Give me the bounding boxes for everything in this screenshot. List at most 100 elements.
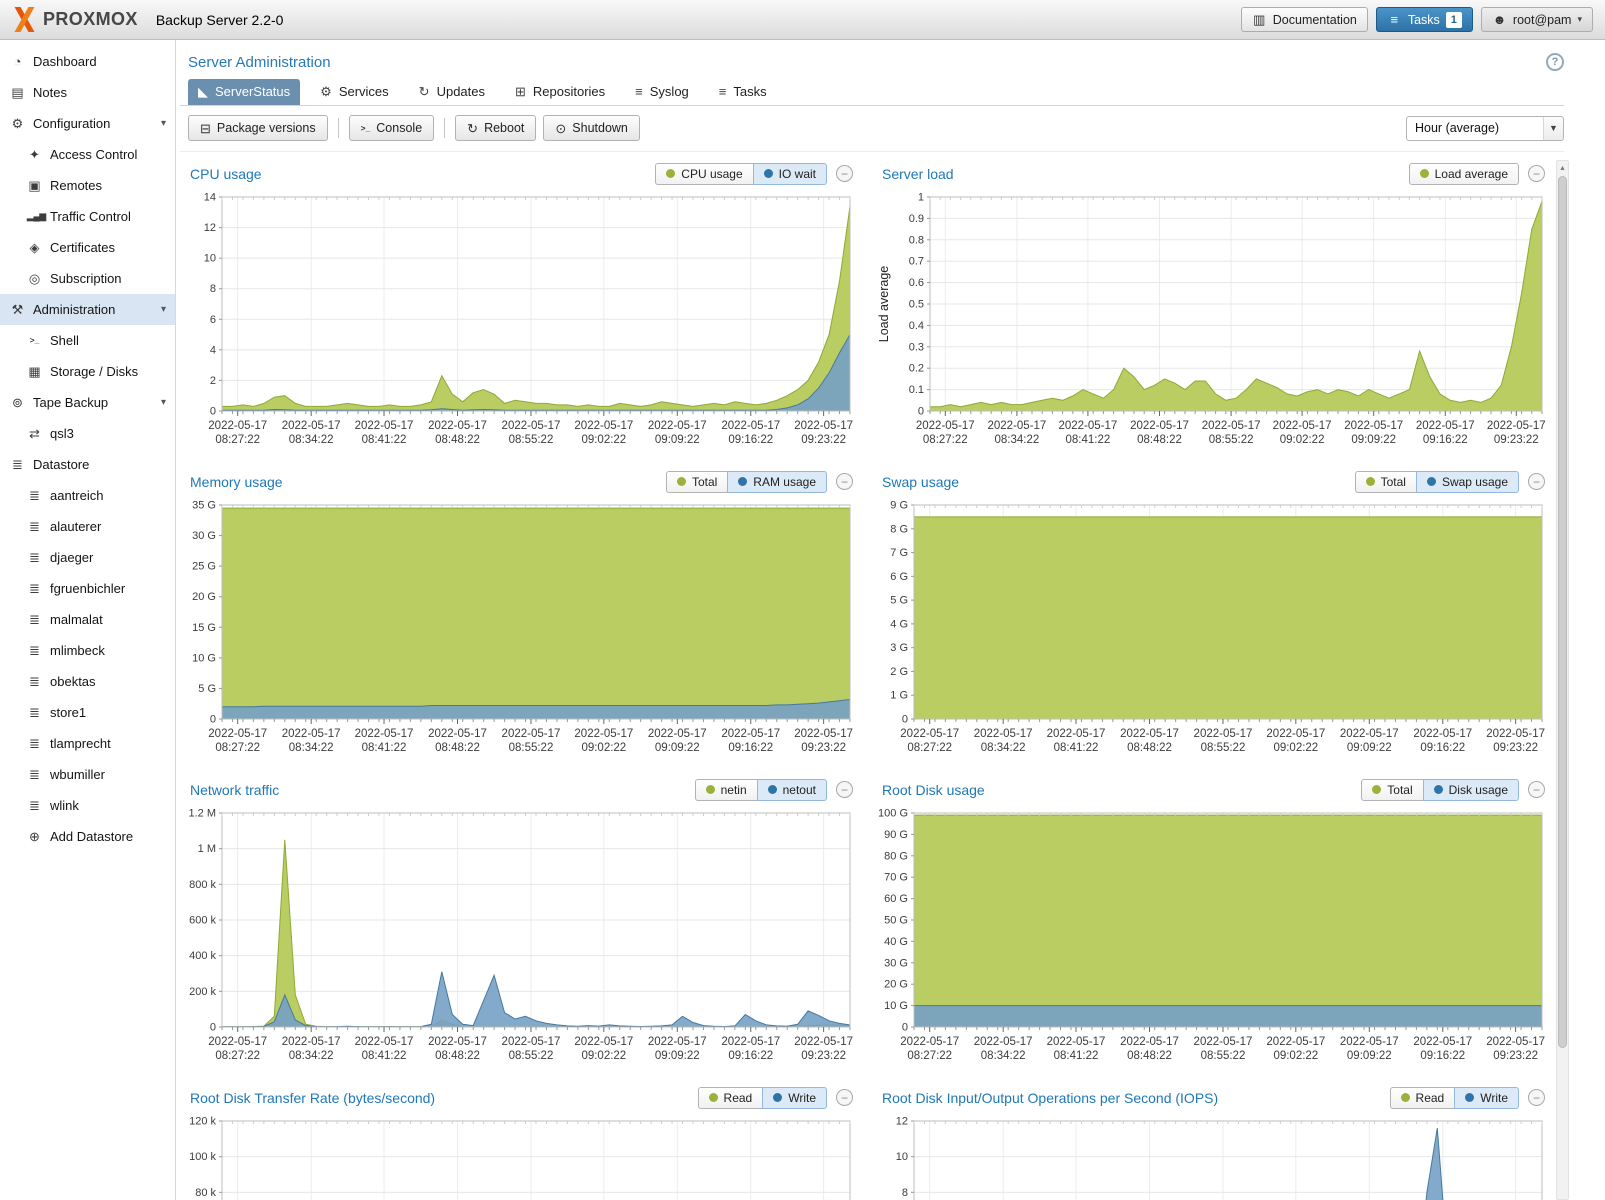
sidebar-item-remotes[interactable]: ▣Remotes: [0, 170, 175, 201]
sidebar-item-dashboard[interactable]: ◔Dashboard: [0, 46, 175, 77]
svg-text:08:55:22: 08:55:22: [1209, 434, 1254, 446]
legend-toggle-io-wait[interactable]: IO wait: [753, 163, 827, 185]
svg-text:08:34:22: 08:34:22: [289, 434, 334, 446]
console-button[interactable]: >_Console: [349, 115, 435, 141]
help-button[interactable]: ?: [1546, 53, 1564, 71]
sidebar-item-label: Notes: [33, 85, 67, 100]
sidebar-item-certificates[interactable]: ◈Certificates: [0, 232, 175, 263]
sidebar-item-datastore[interactable]: ≣Datastore: [0, 449, 175, 480]
sidebar-item-access-control[interactable]: ✦ Access Control: [0, 139, 175, 170]
sidebar-item-store1[interactable]: ≣store1: [0, 697, 175, 728]
sidebar-item-traffic-control[interactable]: ▂▄▆Traffic Control: [0, 201, 175, 232]
legend-toggle-total[interactable]: Total: [1361, 779, 1423, 801]
collapse-chart-button[interactable]: −: [1528, 165, 1545, 182]
toolbar: ⊟Package versions >_Console ↻Reboot ⊙Shutdo…: [180, 115, 1564, 152]
svg-text:08:41:22: 08:41:22: [1066, 434, 1111, 446]
sidebar-item-tape-backup[interactable]: ⊚Tape Backup▾: [0, 387, 175, 418]
collapse-chart-button[interactable]: −: [1528, 781, 1545, 798]
sidebar-item-label: alauterer: [50, 519, 101, 534]
svg-text:2022-05-17: 2022-05-17: [974, 728, 1033, 740]
scroll-thumb[interactable]: [1558, 176, 1567, 1048]
tab-tasks[interactable]: ≡Tasks: [709, 79, 777, 105]
documentation-button[interactable]: ▥ Documentation: [1241, 7, 1368, 32]
tab-serverstatus[interactable]: ◣ServerStatus: [188, 79, 300, 105]
legend-dot-icon: [1427, 477, 1436, 486]
legend-toggle-ram-usage[interactable]: RAM usage: [727, 471, 827, 493]
tab-repositories[interactable]: ⊞Repositories: [505, 79, 615, 105]
sidebar-item-mlimbeck[interactable]: ≣mlimbeck: [0, 635, 175, 666]
tab-services[interactable]: ⚙Services: [310, 79, 399, 105]
sidebar-item-add-datastore[interactable]: ⊕Add Datastore: [0, 821, 175, 852]
sidebar-item-qsl3[interactable]: ⇄qsl3: [0, 418, 175, 449]
svg-text:09:09:22: 09:09:22: [1351, 434, 1396, 446]
svg-text:2022-05-17: 2022-05-17: [1416, 420, 1475, 432]
collapse-chart-button[interactable]: −: [836, 165, 853, 182]
sidebar-item-storage-disks[interactable]: ▦Storage / Disks: [0, 356, 175, 387]
legend-toggle-disk-usage[interactable]: Disk usage: [1423, 779, 1519, 801]
legend-dot-icon: [706, 785, 715, 794]
collapse-arrow-icon[interactable]: ▾: [161, 304, 175, 315]
legend-toggle-write[interactable]: Write: [1454, 1087, 1519, 1109]
collapse-chart-button[interactable]: −: [836, 781, 853, 798]
svg-text:2022-05-17: 2022-05-17: [794, 728, 853, 740]
collapse-chart-button[interactable]: −: [1528, 473, 1545, 490]
sidebar-item-label: Tape Backup: [33, 395, 108, 410]
sidebar-item-administration[interactable]: ⚒Administration▾: [0, 294, 175, 325]
charts-grid: CPU usageCPU usageIO wait−02468101214202…: [180, 160, 1550, 1200]
shutdown-button[interactable]: ⊙Shutdown: [543, 115, 640, 141]
tasks-button[interactable]: ≡ Tasks 1: [1376, 7, 1473, 32]
sidebar-item-notes[interactable]: ▤Notes: [0, 77, 175, 108]
time-range-select[interactable]: Hour (average)▼: [1406, 116, 1564, 141]
tab-updates[interactable]: ↻Updates: [409, 79, 495, 105]
legend-toggle-write[interactable]: Write: [762, 1087, 827, 1109]
documentation-label: Documentation: [1273, 13, 1357, 27]
brand-text: PROXMOX: [43, 9, 138, 30]
svg-text:100 G: 100 G: [878, 808, 908, 820]
reboot-button[interactable]: ↻Reboot: [455, 115, 536, 141]
legend-toggle-swap-usage[interactable]: Swap usage: [1416, 471, 1519, 493]
collapse-chart-button[interactable]: −: [836, 473, 853, 490]
collapse-arrow-icon[interactable]: ▾: [161, 118, 175, 129]
collapse-chart-button[interactable]: −: [836, 1089, 853, 1106]
sidebar-item-malmalat[interactable]: ≣malmalat: [0, 604, 175, 635]
legend-toggle-total[interactable]: Total: [1355, 471, 1417, 493]
svg-text:08:55:22: 08:55:22: [509, 434, 554, 446]
svg-text:09:23:22: 09:23:22: [801, 1050, 846, 1062]
legend-toggle-cpu-usage[interactable]: CPU usage: [655, 163, 753, 185]
svg-text:5 G: 5 G: [198, 683, 216, 695]
sidebar-item-wlink[interactable]: ≣wlink: [0, 790, 175, 821]
legend-toggle-netout[interactable]: netout: [757, 779, 827, 801]
sidebar-item-tlamprecht[interactable]: ≣tlamprecht: [0, 728, 175, 759]
sidebar-item-shell[interactable]: >_Shell: [0, 325, 175, 356]
legend-toggle-total[interactable]: Total: [666, 471, 728, 493]
vertical-scrollbar[interactable]: ▲: [1556, 160, 1569, 1200]
sidebar-item-wbumiller[interactable]: ≣wbumiller: [0, 759, 175, 790]
sidebar-item-fgruenbichler[interactable]: ≣fgruenbichler: [0, 573, 175, 604]
access-control-icon: ✦: [27, 148, 42, 161]
sidebar-item-obektas[interactable]: ≣obektas: [0, 666, 175, 697]
svg-text:2022-05-17: 2022-05-17: [1340, 728, 1399, 740]
legend-toggle-read[interactable]: Read: [698, 1087, 764, 1109]
sidebar-item-aantreich[interactable]: ≣aantreich: [0, 480, 175, 511]
scroll-up-button[interactable]: ▲: [1557, 161, 1568, 175]
tab-syslog[interactable]: ≡Syslog: [625, 79, 699, 105]
collapse-chart-button[interactable]: −: [1528, 1089, 1545, 1106]
svg-text:2022-05-17: 2022-05-17: [1344, 420, 1403, 432]
collapse-arrow-icon[interactable]: ▾: [161, 397, 175, 408]
sidebar-item-subscription[interactable]: ◎Subscription: [0, 263, 175, 294]
chart-title: Memory usage: [190, 474, 283, 490]
sidebar-item-label: Access Control: [50, 147, 137, 162]
legend-toggle-netin[interactable]: netin: [695, 779, 758, 801]
sidebar-item-configuration[interactable]: ⚙Configuration▾: [0, 108, 175, 139]
package-versions-button[interactable]: ⊟Package versions: [188, 115, 328, 141]
sidebar-item-alauterer[interactable]: ≣alauterer: [0, 511, 175, 542]
svg-text:2022-05-17: 2022-05-17: [1266, 728, 1325, 740]
sidebar-item-djaeger[interactable]: ≣djaeger: [0, 542, 175, 573]
svg-text:20 G: 20 G: [884, 979, 908, 991]
svg-text:08:34:22: 08:34:22: [995, 434, 1040, 446]
svg-text:08:48:22: 08:48:22: [1127, 742, 1172, 754]
svg-text:08:27:22: 08:27:22: [215, 1050, 260, 1062]
legend-toggle-read[interactable]: Read: [1390, 1087, 1456, 1109]
legend-toggle-load-average[interactable]: Load average: [1409, 163, 1519, 185]
user-menu-button[interactable]: ☻ root@pam ▾: [1481, 7, 1593, 32]
